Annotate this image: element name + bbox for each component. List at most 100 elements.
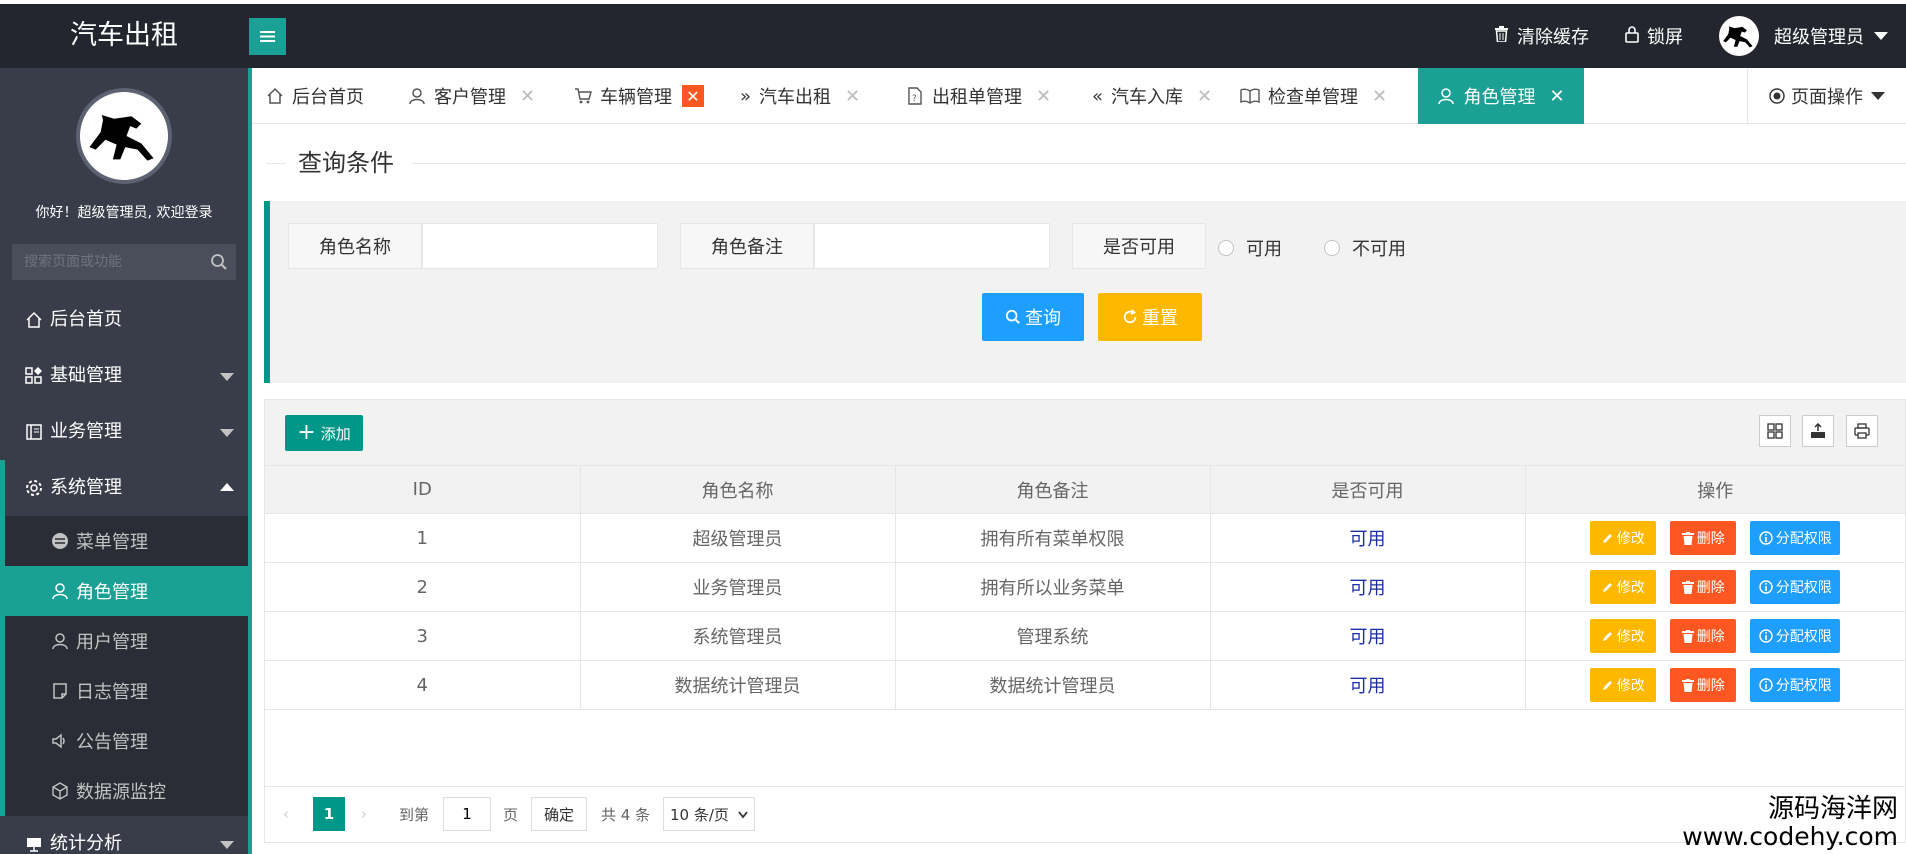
sidebar-item-label: 后台首页	[50, 309, 122, 330]
sidebar-item-role-mgmt[interactable]: 角色管理	[0, 566, 248, 616]
search-icon	[1005, 309, 1021, 325]
column-header[interactable]: ID	[265, 465, 581, 514]
delete-button[interactable]: 删除	[1670, 570, 1737, 604]
query-form: 角色名称 角色备注 是否可用 可用 不可用 查询 重置	[264, 201, 1906, 383]
clear-cache-button[interactable]: 清除缓存	[1494, 23, 1589, 49]
app-logo-title[interactable]: 汽车出租	[0, 4, 248, 68]
page-size-select[interactable]: 10 条/页	[663, 797, 755, 831]
table-row[interactable]: 1 超级管理员 拥有所有菜单权限 可用 修改 删除 分配权限	[265, 513, 1905, 563]
tab-car-rent[interactable]: » 汽车出租 ✕	[740, 68, 860, 124]
sidebar-item-notice-mgmt[interactable]: 公告管理	[0, 716, 248, 766]
chevron-down-icon	[220, 373, 234, 381]
top-header: 汽车出租 ≡ 清除缓存 锁屏 超级管理员	[0, 0, 1906, 68]
sidebar-item-datasource[interactable]: 数据源监控	[0, 766, 248, 816]
delete-button[interactable]: 删除	[1670, 668, 1737, 702]
table-row[interactable]: 3 系统管理员 管理系统 可用 修改 删除 分配权限	[265, 611, 1905, 661]
tab-customer[interactable]: 客户管理 ✕	[408, 68, 535, 124]
goto-page-input[interactable]	[443, 797, 491, 831]
close-icon[interactable]: ✕	[1549, 86, 1564, 107]
add-button-label: 添加	[320, 424, 351, 443]
column-header[interactable]: 是否可用	[1209, 465, 1526, 514]
tab-car-stock[interactable]: « 汽车入库 ✕	[1092, 68, 1212, 124]
user-icon	[50, 632, 70, 650]
column-header[interactable]: 角色备注	[894, 465, 1211, 514]
welcome-text: 你好！超级管理员, 欢迎登录	[35, 205, 213, 221]
sidebar-item-system[interactable]: 系统管理	[0, 460, 248, 516]
search-icon[interactable]	[210, 253, 228, 276]
cell-role-remark: 管理系统	[894, 611, 1211, 661]
export-icon[interactable]	[1802, 415, 1834, 447]
tab-rent-order[interactable]: ? 出租单管理 ✕	[906, 68, 1051, 124]
sidebar-item-home[interactable]: 后台首页	[0, 292, 248, 348]
reset-button[interactable]: 重置	[1098, 293, 1202, 341]
radio-available[interactable]: 可用	[1218, 235, 1282, 261]
close-icon[interactable]: ✕	[682, 85, 704, 107]
edit-button[interactable]: 修改	[1590, 521, 1657, 555]
book-icon	[24, 423, 44, 441]
cell-role-remark: 数据统计管理员	[894, 660, 1211, 710]
tab-vehicle[interactable]: 车辆管理 ✕	[574, 68, 704, 124]
close-icon[interactable]: ✕	[845, 86, 860, 107]
lock-screen-button[interactable]: 锁屏	[1625, 23, 1683, 49]
close-icon[interactable]: ✕	[1372, 86, 1387, 107]
column-header[interactable]: 角色名称	[579, 465, 896, 514]
info-icon	[1759, 678, 1773, 692]
radio-unavailable[interactable]: 不可用	[1324, 235, 1406, 261]
assign-permission-button[interactable]: 分配权限	[1750, 668, 1841, 702]
page-operations-dropdown[interactable]: 页面操作	[1747, 68, 1906, 124]
tab-home[interactable]: 后台首页	[266, 68, 364, 124]
close-icon[interactable]: ✕	[1197, 86, 1212, 107]
sidebar-search	[12, 244, 236, 280]
watermark: 源码海洋网 www.codehy.com	[1682, 794, 1898, 850]
delete-button[interactable]: 删除	[1670, 619, 1737, 653]
sidebar-item-log-mgmt[interactable]: 日志管理	[0, 666, 248, 716]
sidebar-search-input[interactable]	[12, 244, 216, 280]
sidebar-item-menu-mgmt[interactable]: 菜单管理	[0, 516, 248, 566]
column-header[interactable]: 操作	[1524, 465, 1905, 514]
edit-label: 修改	[1616, 629, 1645, 645]
assign-permission-button[interactable]: 分配权限	[1750, 521, 1841, 555]
user-menu[interactable]: 超级管理员	[1719, 16, 1888, 56]
next-page-icon[interactable]: ›	[361, 797, 367, 831]
trash-icon	[1681, 580, 1694, 594]
note-icon	[50, 682, 70, 700]
print-icon[interactable]	[1846, 415, 1878, 447]
column-filter-icon[interactable]	[1759, 415, 1791, 447]
lock-icon	[1625, 25, 1639, 47]
sidebar-item-business[interactable]: 业务管理	[0, 404, 248, 460]
prev-page-icon[interactable]: ‹	[283, 797, 289, 831]
radio-circle	[1218, 240, 1234, 256]
edit-button[interactable]: 修改	[1590, 668, 1657, 702]
assign-permission-button[interactable]: 分配权限	[1750, 570, 1841, 604]
tab-role-mgmt[interactable]: 角色管理 ✕	[1418, 68, 1584, 124]
user-icon	[50, 582, 70, 600]
close-icon[interactable]: ✕	[520, 86, 535, 107]
page-size-value: 10 条/页	[670, 805, 729, 824]
menu-toggle-button[interactable]: ≡	[249, 18, 286, 55]
role-remark-input[interactable]	[814, 223, 1050, 269]
gear-icon	[24, 479, 44, 497]
add-button[interactable]: + 添加	[285, 415, 363, 451]
search-button[interactable]: 查询	[982, 293, 1084, 341]
sidebar-item-user-mgmt[interactable]: 用户管理	[0, 616, 248, 666]
pencil-icon	[1602, 630, 1614, 642]
radio-dot-icon	[1769, 88, 1785, 104]
table-row[interactable]: 4 数据统计管理员 数据统计管理员 可用 修改 删除 分配权限	[265, 660, 1905, 710]
tab-label: 汽车入库	[1111, 87, 1184, 108]
delete-button[interactable]: 删除	[1670, 521, 1737, 555]
edit-button[interactable]: 修改	[1590, 570, 1657, 604]
sidebar-item-stats[interactable]: 统计分析	[0, 816, 248, 854]
edit-button[interactable]: 修改	[1590, 619, 1657, 653]
table-toolbar: + 添加	[265, 400, 1905, 466]
role-name-input[interactable]	[422, 223, 658, 269]
page-1-button[interactable]: 1	[313, 797, 345, 831]
edit-label: 修改	[1616, 531, 1645, 547]
assign-permission-button[interactable]: 分配权限	[1750, 619, 1841, 653]
tab-check-order[interactable]: 检查单管理 ✕	[1240, 68, 1387, 124]
close-icon[interactable]: ✕	[1036, 86, 1051, 107]
table-row[interactable]: 2 业务管理员 拥有所以业务菜单 可用 修改 删除 分配权限	[265, 562, 1905, 612]
sidebar-item-basic[interactable]: 基础管理	[0, 348, 248, 404]
goto-confirm-button[interactable]: 确定	[531, 797, 587, 831]
delete-label: 删除	[1696, 531, 1725, 547]
grid-icon	[24, 367, 44, 385]
